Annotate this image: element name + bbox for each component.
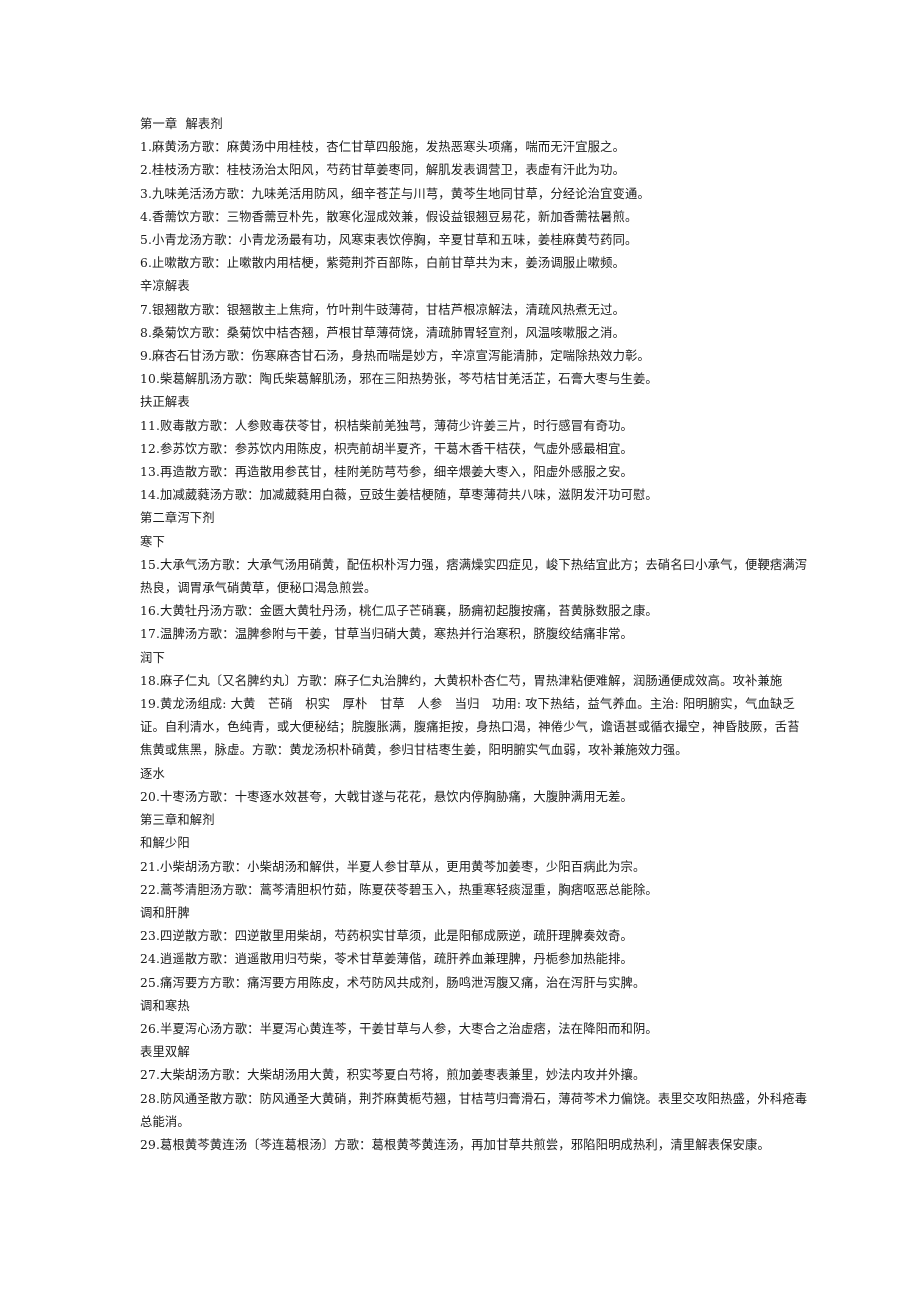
formula-entry: 3.九味羌活汤方歌：九味羌活用防风，细辛苍芷与川芎，黄芩生地同甘草，分经论治宜变… <box>140 186 650 201</box>
formula-entry: 15.大承气汤方歌：大承气汤用硝黄，配伍枳朴泻力强，痞满燥实四症见，峻下热结宜此… <box>140 557 808 596</box>
section-subheading: 表里双解 <box>140 1045 190 1060</box>
formula-entry: 6.止嗽散方歌：止嗽散内用桔梗，紫菀荆芥百部陈，白前甘草共为末，姜汤调服止嗽频。 <box>140 256 626 271</box>
section-subheading: 辛凉解表 <box>140 279 190 294</box>
section-subheading: 扶正解表 <box>140 395 190 410</box>
formula-entry: 12.参苏饮方歌：参苏饮内用陈皮，枳壳前胡半夏齐，干葛木香干桔茯，气虚外感最相宜… <box>140 441 633 456</box>
section-subheading: 逐水 <box>140 766 165 781</box>
formula-entry: 13.再造散方歌：再造散用参芪甘，桂附羌防芎芍参，细辛煨姜大枣入，阳虚外感服之安… <box>140 465 633 480</box>
formula-entry: 1.麻黄汤方歌：麻黄汤中用桂枝，杏仁甘草四般施，发热恶寒头项痛，喘而无汗宜服之。 <box>140 140 626 155</box>
formula-entry: 20.十枣汤方歌：十枣逐水效甚夸，大戟甘遂与花花，悬饮内停胸胁痛，大腹肿满用无差… <box>140 789 633 804</box>
document-body: 第一章 解表剂 1.麻黄汤方歌：麻黄汤中用桂枝，杏仁甘草四般施，发热恶寒头项痛，… <box>140 113 812 1157</box>
formula-entry: 16.大黄牡丹汤方歌：金匮大黄牡丹汤，桃仁瓜子芒硝襄，肠痈初起腹按痛，苔黄脉数服… <box>140 604 658 619</box>
formula-entry: 10.柴葛解肌汤方歌：陶氏柴葛解肌汤，邪在三阳热势张，芩芍桔甘羌活芷，石膏大枣与… <box>140 372 658 387</box>
section-subheading: 润下 <box>140 650 165 665</box>
chapter-heading: 第三章和解剂 <box>140 813 215 828</box>
chapter-heading: 第二章泻下剂 <box>140 511 215 526</box>
formula-entry: 4.香薷饮方歌：三物香薷豆朴先，散寒化湿成效兼，假设益银翘豆易花，新加香薷祛暑煎… <box>140 209 638 224</box>
formula-entry: 27.大柴胡汤方歌：大柴胡汤用大黄，积实芩夏白芍将，煎加姜枣表兼里，妙法内攻并外… <box>140 1068 646 1083</box>
formula-entry: 22.蒿芩清胆汤方歌：蒿芩清胆枳竹茹，陈夏茯苓碧玉入，热重寒轻痰湿重，胸痞呕恶总… <box>140 882 658 897</box>
formula-entry: 24.逍遥散方歌：逍遥散用归芍柴，苓术甘草姜薄偕，疏肝养血兼理脾，丹栀参加热能排… <box>140 952 633 967</box>
formula-composition-entry: 19.黄龙汤组成: 大黄 芒硝 枳实 厚朴 甘草 人参 当归 功用: 攻下热结，… <box>140 697 800 758</box>
formula-entry: 14.加减葳蕤汤方歌：加减葳蕤用白薇，豆豉生姜桔梗随，草枣薄荷共八味，滋阴发汗功… <box>140 488 658 503</box>
formula-entry: 18.麻子仁丸〔又名脾约丸〕方歌：麻子仁丸治脾约，大黄枳朴杏仁芍，胃热津粘便难解… <box>140 673 783 688</box>
section-subheading: 调和肝脾 <box>140 905 190 920</box>
chapter-heading: 第一章 解表剂 <box>140 117 223 131</box>
section-subheading: 和解少阳 <box>140 836 190 851</box>
formula-entry: 25.痛泻要方方歌：痛泻要方用陈皮，术芍防风共成剂，肠鸣泄泻腹又痛，治在泻肝与实… <box>140 975 646 990</box>
formula-entry: 7.银翘散方歌：银翘散主上焦疴，竹叶荆牛豉薄荷，甘桔芦根凉解法，清疏风热煮无过。 <box>140 302 626 317</box>
formula-entry: 5.小青龙汤方歌：小青龙汤最有功，风寒束表饮停胸，辛夏甘草和五味，姜桂麻黄芍药同… <box>140 233 638 248</box>
formula-entry: 9.麻杏石甘汤方歌：伤寒麻杏甘石汤，身热而喘是妙方，辛凉宣泻能清肺，定喘除热效力… <box>140 349 650 364</box>
formula-entry: 21.小柴胡汤方歌：小柴胡汤和解供，半夏人参甘草从，更用黄芩加姜枣，少阳百病此为… <box>140 859 646 874</box>
formula-entry: 11.败毒散方歌：人参败毒茯苓甘，枳桔柴前羌独芎，薄荷少许姜三片，时行感冒有奇功… <box>140 418 633 433</box>
formula-entry: 23.四逆散方歌：四逆散里用柴胡，芍药枳实甘草须，此是阳郁成厥逆，疏肝理脾奏效奇… <box>140 929 633 944</box>
formula-entry: 26.半夏泻心汤方歌：半夏泻心黄连芩，干姜甘草与人参，大枣合之治虚痞，法在降阳而… <box>140 1021 658 1036</box>
formula-entry: 2.桂枝汤方歌：桂枝汤治太阳风，芍药甘草姜枣同，解肌发表调营卫，表虚有汗此为功。 <box>140 163 626 178</box>
formula-entry: 29.葛根黄芩黄连汤〔芩连葛根汤〕方歌：葛根黄芩黄连汤，再加甘草共煎尝，邪陷阳明… <box>140 1137 770 1152</box>
document-page: 第一章 解表剂 1.麻黄汤方歌：麻黄汤中用桂枝，杏仁甘草四般施，发热恶寒头项痛，… <box>0 0 920 1302</box>
section-subheading: 调和寒热 <box>140 998 190 1013</box>
section-subheading: 寒下 <box>140 534 165 549</box>
formula-entry: 8.桑菊饮方歌：桑菊饮中桔杏翘，芦根甘草薄荷饶，清疏肺胃轻宣剂，风温咳嗽服之消。 <box>140 325 626 340</box>
formula-entry: 17.温脾汤方歌：温脾参附与干姜，甘草当归硝大黄，寒热并行治寒积，脐腹绞结痛非常… <box>140 627 633 642</box>
formula-entry: 28.防风通圣散方歌：防风通圣大黄硝，荆芥麻黄栀芍翘，甘桔芎归膏滑石，薄荷芩术力… <box>140 1091 808 1129</box>
